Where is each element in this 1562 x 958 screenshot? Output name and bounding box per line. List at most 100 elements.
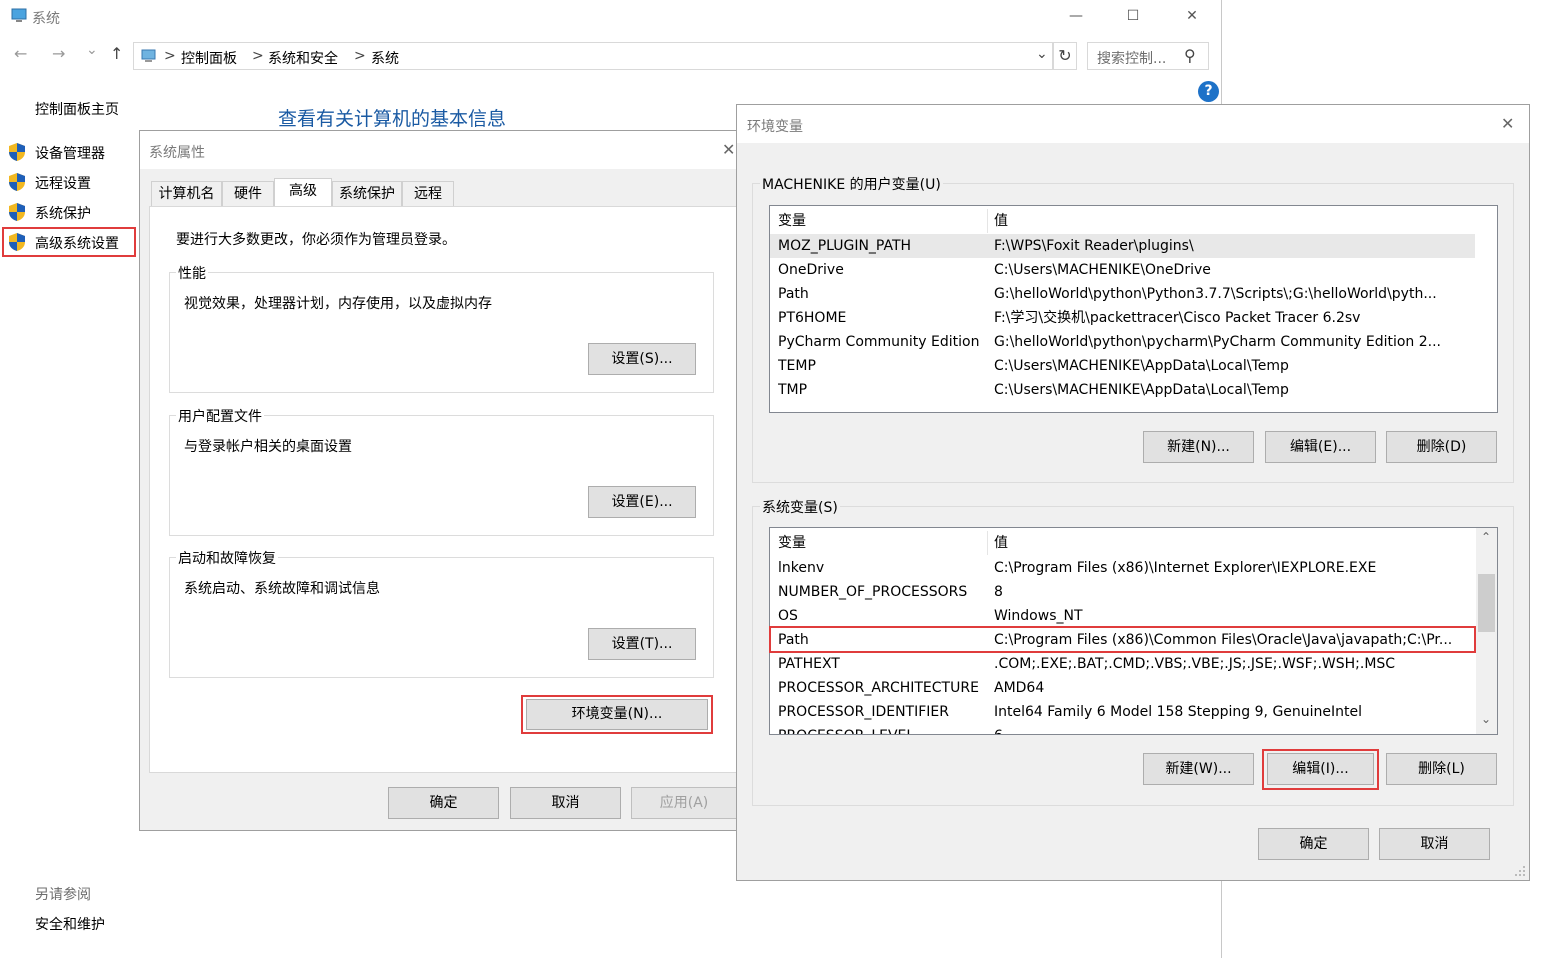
sidebar-item-remote-settings[interactable]: 远程设置	[35, 173, 91, 193]
highlight-env-button	[521, 695, 713, 734]
tab-advanced[interactable]: 高级	[274, 178, 332, 206]
refresh-button[interactable]: ↻	[1053, 42, 1077, 70]
var-name: TEMP	[778, 358, 816, 374]
sysprops-close-button[interactable]: ✕	[722, 140, 735, 159]
up-arrow-icon[interactable]: ↑	[110, 44, 123, 63]
var-name: MOZ_PLUGIN_PATH	[778, 238, 912, 254]
sys-delete-button[interactable]: 删除(L)	[1386, 753, 1497, 785]
table-row[interactable]: TMP C:\Users\MACHENIKE\AppData\Local\Tem…	[770, 378, 1497, 402]
var-value: AMD64	[994, 680, 1045, 696]
user-delete-button[interactable]: 删除(D)	[1386, 431, 1497, 463]
var-value: G:\helloWorld\python\Python3.7.7\Scripts…	[994, 286, 1437, 302]
sidebar-item-device-manager[interactable]: 设备管理器	[35, 143, 105, 163]
sysprops-ok-button[interactable]: 确定	[388, 787, 499, 819]
sysprops-title: 系统属性	[149, 145, 205, 161]
breadcrumb-control-panel[interactable]: 控制面板	[181, 48, 237, 68]
var-value: F:\WPS\Foxit Reader\plugins\	[994, 238, 1194, 254]
scroll-down-icon[interactable]: ⌄	[1481, 712, 1491, 726]
breadcrumb-system-security[interactable]: 系统和安全	[268, 48, 338, 68]
performance-desc: 视觉效果，处理器计划，内存使用，以及虚拟内存	[184, 296, 492, 312]
table-row[interactable]: NUMBER_OF_PROCESSORS 8	[770, 580, 1497, 604]
table-row[interactable]: PROCESSOR_IDENTIFIER Intel64 Family 6 Mo…	[770, 700, 1497, 724]
table-row[interactable]: OS Windows_NT	[770, 604, 1497, 628]
user-profile-settings-button[interactable]: 设置(E)...	[588, 486, 696, 518]
sidebar-item-system-protection[interactable]: 系统保护	[35, 203, 91, 223]
breadcrumb-system[interactable]: 系统	[371, 48, 399, 68]
highlight-path-row	[769, 626, 1476, 653]
var-name: PyCharm Community Edition	[778, 334, 980, 350]
user-variables-label: MACHENIKE 的用户变量(U)	[760, 174, 943, 194]
tab-computer-name[interactable]: 计算机名	[151, 181, 222, 207]
table-row[interactable]: MOZ_PLUGIN_PATH F:\WPS\Foxit Reader\plug…	[770, 234, 1475, 258]
column-header-value[interactable]: 值	[994, 209, 1008, 233]
table-row[interactable]: TEMP C:\Users\MACHENIKE\AppData\Local\Te…	[770, 354, 1497, 378]
vertical-scrollbar[interactable]: ⌃ ⌄	[1476, 528, 1497, 734]
address-dropdown-icon[interactable]: ⌄	[1036, 46, 1048, 62]
var-value: C:\Users\MACHENIKE\AppData\Local\Temp	[994, 382, 1289, 398]
highlight-advanced-settings	[2, 227, 136, 257]
envvars-close-button[interactable]: ✕	[1501, 114, 1514, 133]
startup-recovery-settings-button[interactable]: 设置(T)...	[588, 628, 696, 660]
var-name: PROCESSOR_LEVEL	[778, 724, 988, 734]
tab-remote[interactable]: 远程	[402, 181, 454, 207]
user-profile-label: 用户配置文件	[176, 406, 264, 426]
sysprops-apply-button[interactable]: 应用(A)	[631, 787, 737, 819]
var-name: OneDrive	[778, 262, 844, 278]
var-value: C:\Users\MACHENIKE\AppData\Local\Temp	[994, 358, 1289, 374]
column-header-variable[interactable]: 变量	[778, 531, 806, 555]
minimize-button[interactable]: —	[1056, 4, 1096, 28]
resize-grip-icon[interactable]	[1514, 865, 1526, 877]
table-row[interactable]: OneDrive C:\Users\MACHENIKE\OneDrive	[770, 258, 1497, 282]
var-value: .COM;.EXE;.BAT;.CMD;.VBS;.VBE;.JS;.JSE;.…	[994, 656, 1396, 672]
header-divider	[987, 209, 988, 233]
table-row[interactable]: PATHEXT .COM;.EXE;.BAT;.CMD;.VBS;.VBE;.J…	[770, 652, 1497, 676]
column-header-variable[interactable]: 变量	[778, 209, 806, 233]
envvars-ok-button[interactable]: 确定	[1258, 828, 1369, 860]
var-value: 8	[994, 584, 1003, 600]
var-name: TMP	[778, 382, 808, 398]
address-bar[interactable]: > 控制面板 > 系统和安全 > 系统 ⌄	[133, 42, 1053, 70]
table-row[interactable]: PyCharm Community Edition G:\helloWorld\…	[770, 330, 1497, 354]
close-button[interactable]: ✕	[1172, 4, 1212, 28]
help-icon[interactable]: ?	[1198, 81, 1219, 102]
recent-dropdown-icon[interactable]: ⌄	[86, 42, 98, 58]
table-row[interactable]: PT6HOME F:\学习\交换机\packettracer\Cisco Pac…	[770, 306, 1497, 330]
sysprops-cancel-button[interactable]: 取消	[510, 787, 621, 819]
sys-new-button[interactable]: 新建(W)...	[1143, 753, 1254, 785]
user-variables-list[interactable]: 变量 值 MOZ_PLUGIN_PATH F:\WPS\Foxit Reader…	[769, 205, 1498, 413]
security-maintenance-link[interactable]: 安全和维护	[35, 914, 105, 934]
performance-label: 性能	[176, 263, 208, 283]
tab-system-protection[interactable]: 系统保护	[332, 181, 402, 207]
user-new-button[interactable]: 新建(N)...	[1143, 431, 1254, 463]
envvars-title: 环境变量	[747, 119, 803, 135]
sidebar-home-link[interactable]: 控制面板主页	[35, 99, 119, 119]
sysprops-titlebar	[140, 131, 742, 169]
table-row[interactable]: PROCESSOR_LEVEL 6	[770, 724, 1497, 734]
var-value: G:\helloWorld\python\pycharm\PyCharm Com…	[994, 334, 1442, 350]
column-header-value[interactable]: 值	[994, 531, 1008, 555]
performance-settings-button[interactable]: 设置(S)...	[588, 343, 696, 375]
control-panel-icon	[141, 49, 156, 62]
maximize-button[interactable]: ☐	[1113, 4, 1153, 28]
envvars-cancel-button[interactable]: 取消	[1379, 828, 1490, 860]
back-arrow-icon[interactable]: ←	[14, 44, 27, 63]
var-value: F:\学习\交换机\packettracer\Cisco Packet Trac…	[994, 310, 1361, 326]
table-row[interactable]: lnkenv C:\Program Files (x86)\Internet E…	[770, 556, 1497, 580]
table-row[interactable]: PROCESSOR_ARCHITECTURE AMD64	[770, 676, 1497, 700]
var-name: PATHEXT	[778, 656, 840, 672]
search-input[interactable]: 搜索控制... ⚲	[1087, 42, 1209, 70]
scrollbar-thumb[interactable]	[1478, 574, 1495, 632]
forward-arrow-icon[interactable]: →	[52, 44, 65, 63]
window-title: 系统	[32, 11, 60, 27]
table-row[interactable]: Path G:\helloWorld\python\Python3.7.7\Sc…	[770, 282, 1497, 306]
search-placeholder: 搜索控制...	[1097, 51, 1167, 67]
startup-recovery-desc: 系统启动、系统故障和调试信息	[184, 581, 380, 597]
admin-note: 要进行大多数更改，你必须作为管理员登录。	[176, 232, 456, 248]
var-value: 6	[994, 724, 1474, 734]
shield-icon	[9, 173, 25, 191]
scroll-up-icon[interactable]: ⌃	[1481, 530, 1491, 544]
user-edit-button[interactable]: 编辑(E)...	[1265, 431, 1376, 463]
list-header: 变量 值	[770, 209, 1497, 233]
user-profile-desc: 与登录帐户相关的桌面设置	[184, 439, 352, 455]
tab-hardware[interactable]: 硬件	[222, 181, 274, 207]
